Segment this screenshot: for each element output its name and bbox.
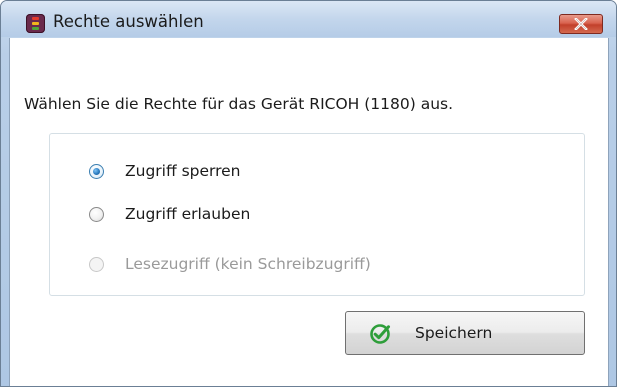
option-label: Zugriff erlauben xyxy=(125,205,251,223)
option-label: Lesezugriff (kein Schreibzugriff) xyxy=(125,255,371,273)
title-bar[interactable]: Rechte auswählen xyxy=(1,1,616,37)
window-title: Rechte auswählen xyxy=(53,12,204,31)
app-icon xyxy=(26,14,45,33)
close-button[interactable] xyxy=(559,14,603,34)
option-lesezugriff: Lesezugriff (kein Schreibzugriff) xyxy=(89,252,371,276)
radio-button[interactable] xyxy=(89,206,104,222)
radio-button-selected[interactable] xyxy=(89,163,104,179)
option-zugriff-sperren[interactable]: Zugriff sperren xyxy=(89,159,241,183)
save-button[interactable]: Speichern xyxy=(345,311,585,355)
save-button-label: Speichern xyxy=(415,324,493,342)
instruction-text: Wählen Sie die Rechte für das Gerät RICO… xyxy=(24,95,454,113)
close-icon xyxy=(574,18,588,30)
checkmark-circle-icon xyxy=(370,324,390,344)
option-label: Zugriff sperren xyxy=(125,162,241,180)
radio-button-disabled xyxy=(89,256,104,272)
option-zugriff-erlauben[interactable]: Zugriff erlauben xyxy=(89,202,250,226)
